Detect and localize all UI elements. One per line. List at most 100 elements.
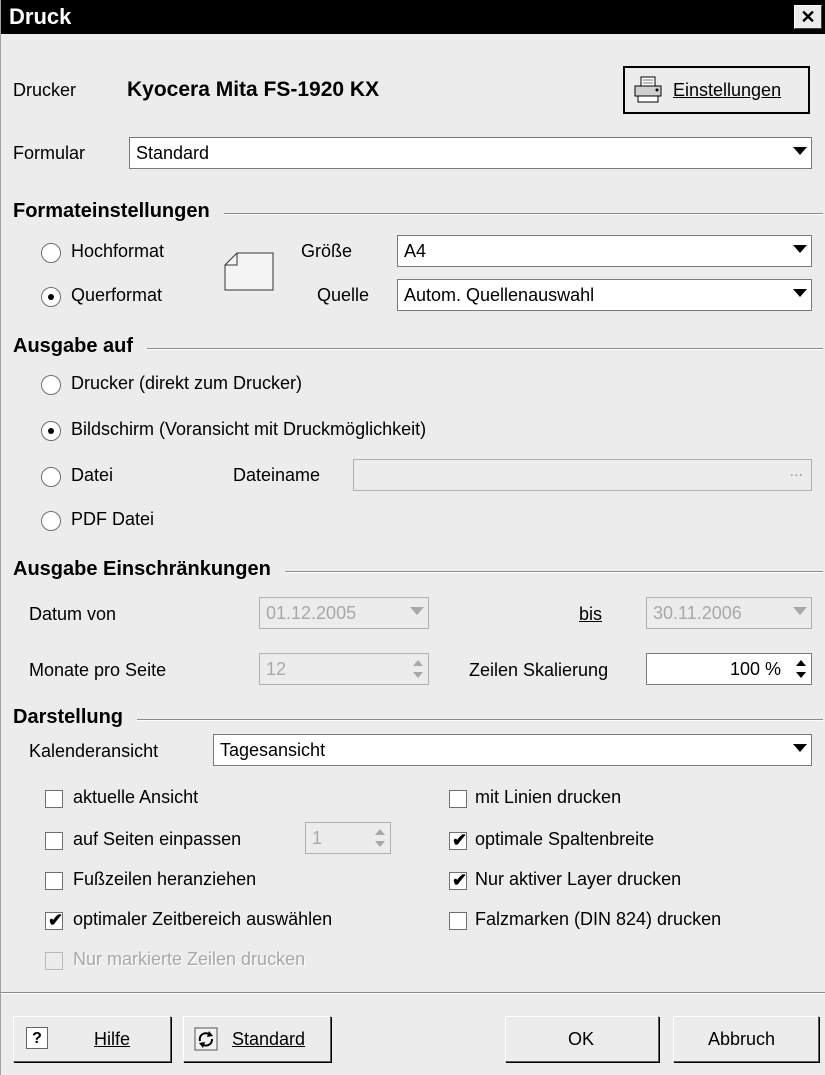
filename-label: Dateiname [233, 465, 321, 485]
footers-checkbox[interactable] [45, 872, 63, 890]
current-view-checkbox[interactable] [45, 790, 63, 808]
default-label: Standard [232, 1029, 306, 1049]
browse-button[interactable]: ... [790, 463, 803, 481]
printer-settings-label: Einstellungen [673, 80, 782, 100]
increment-icon [413, 660, 423, 666]
ok-button[interactable]: OK [505, 1016, 659, 1062]
window-title: Druck [9, 4, 72, 29]
months-stepper[interactable]: 12 [259, 653, 429, 685]
optimal-timerange-checkbox[interactable]: ✔ [45, 910, 64, 930]
printer-label: Drucker [13, 80, 77, 100]
print-lines-checkbox[interactable] [449, 790, 467, 808]
calendar-view-value: Tagesansicht [220, 740, 326, 760]
radio-selected-dot [48, 294, 54, 300]
fold-marks-label: Falzmarken (DIN 824) drucken [475, 909, 722, 929]
cancel-button[interactable]: Abbruch [673, 1016, 819, 1062]
output-pdf-label: PDF Datei [71, 509, 155, 529]
chevron-down-icon [793, 147, 807, 155]
increment-icon [796, 660, 806, 666]
decrement-icon [796, 672, 806, 678]
help-label: Hilfe [94, 1029, 131, 1049]
form-select-value: Standard [136, 143, 210, 163]
printer-settings-button[interactable]: Einstellungen [623, 66, 810, 114]
restrictions-title: Ausgabe Einschränkungen [13, 558, 285, 581]
calendar-view-label: Kalenderansicht [29, 741, 159, 761]
paper-source-value: Autom. Quellenauswahl [404, 285, 595, 305]
landscape-label: Querformat [71, 285, 163, 305]
row-scale-value: 100 % [729, 659, 781, 679]
checkmark-icon: ✔ [452, 870, 468, 890]
chevron-down-icon [793, 607, 807, 615]
calendar-view-select[interactable]: Tagesansicht [213, 734, 812, 766]
help-button[interactable]: ? Hilfe [13, 1016, 171, 1062]
filename-input[interactable]: ... [353, 459, 812, 491]
chevron-down-icon [793, 289, 807, 297]
optimal-column-width-label: optimale Spaltenbreite [475, 829, 655, 849]
close-button[interactable]: ✕ [794, 5, 822, 29]
decrement-icon [413, 672, 423, 678]
output-file-label: Datei [71, 465, 114, 485]
output-screen-radio[interactable] [41, 421, 61, 441]
print-dialog: Druck ✕ Drucker Kyocera Mita FS-1920 KX … [0, 0, 825, 1075]
size-label: Größe [301, 241, 353, 261]
fold-marks-checkbox[interactable] [449, 912, 467, 930]
footer-divider [1, 992, 825, 994]
date-to-value: 30.11.2006 [653, 603, 742, 623]
date-to-select[interactable]: 30.11.2006 [646, 597, 812, 629]
display-title: Darstellung [13, 706, 138, 729]
paper-size-value: A4 [404, 241, 427, 261]
printer-name: Kyocera Mita FS-1920 KX [127, 78, 380, 101]
marked-rows-label: Nur markierte Zeilen drucken [73, 949, 306, 969]
months-label: Monate pro Seite [29, 660, 167, 680]
fit-pages-checkbox[interactable] [45, 832, 63, 850]
refresh-icon [194, 1027, 218, 1051]
output-screen-label: Bildschirm (Voransicht mit Druckmöglichk… [71, 419, 427, 439]
radio-selected-dot [48, 428, 54, 434]
chevron-down-icon [793, 245, 807, 253]
restrictions-section: Ausgabe Einschränkungen [13, 558, 823, 582]
active-layer-label: Nur aktiver Layer drucken [475, 869, 682, 889]
current-view-label: aktuelle Ansicht [73, 787, 199, 807]
checkmark-icon: ✔ [48, 910, 64, 930]
paper-size-select[interactable]: A4 [397, 235, 812, 267]
date-to-label: bis [579, 604, 603, 624]
months-value: 12 [266, 659, 287, 679]
output-file-radio[interactable] [41, 467, 61, 487]
form-select[interactable]: Standard [129, 137, 812, 169]
chevron-down-icon [793, 744, 807, 752]
output-title: Ausgabe auf [13, 335, 148, 358]
portrait-radio[interactable] [41, 243, 61, 263]
checkmark-icon: ✔ [452, 830, 468, 850]
output-printer-radio[interactable] [41, 375, 61, 395]
portrait-label: Hochformat [71, 241, 165, 261]
chevron-down-icon [410, 607, 424, 615]
optimal-timerange-label: optimaler Zeitbereich auswählen [73, 909, 333, 929]
decrement-icon [375, 841, 385, 847]
help-icon: ? [26, 1027, 48, 1049]
paper-source-select[interactable]: Autom. Quellenauswahl [397, 279, 812, 311]
ok-label: OK [568, 1029, 595, 1049]
date-from-label: Datum von [29, 604, 117, 624]
page-orientation-icon [223, 252, 275, 292]
format-settings-section: Formateinstellungen [13, 200, 823, 224]
marked-rows-checkbox[interactable] [45, 952, 63, 970]
format-settings-title: Formateinstellungen [13, 200, 224, 223]
active-layer-checkbox[interactable]: ✔ [449, 870, 468, 890]
row-scale-stepper[interactable]: 100 % [646, 653, 812, 685]
form-label: Formular [13, 143, 86, 163]
date-from-select[interactable]: 01.12.2005 [259, 597, 429, 629]
fit-pages-value: 1 [312, 828, 323, 848]
print-lines-label: mit Linien drucken [475, 787, 622, 807]
output-printer-label: Drucker (direkt zum Drucker) [71, 373, 303, 393]
fit-pages-label: auf Seiten einpassen [73, 829, 242, 849]
footers-label: Fußzeilen heranziehen [73, 869, 257, 889]
cancel-label: Abbruch [708, 1029, 776, 1049]
output-pdf-radio[interactable] [41, 511, 61, 531]
landscape-radio[interactable] [41, 287, 61, 307]
optimal-column-width-checkbox[interactable]: ✔ [449, 830, 468, 850]
output-section: Ausgabe auf [13, 335, 823, 359]
title-bar: Druck ✕ [1, 0, 825, 34]
row-scale-label: Zeilen Skalierung [469, 660, 609, 680]
default-button[interactable]: Standard [183, 1016, 331, 1062]
fit-pages-stepper[interactable]: 1 [305, 822, 391, 854]
